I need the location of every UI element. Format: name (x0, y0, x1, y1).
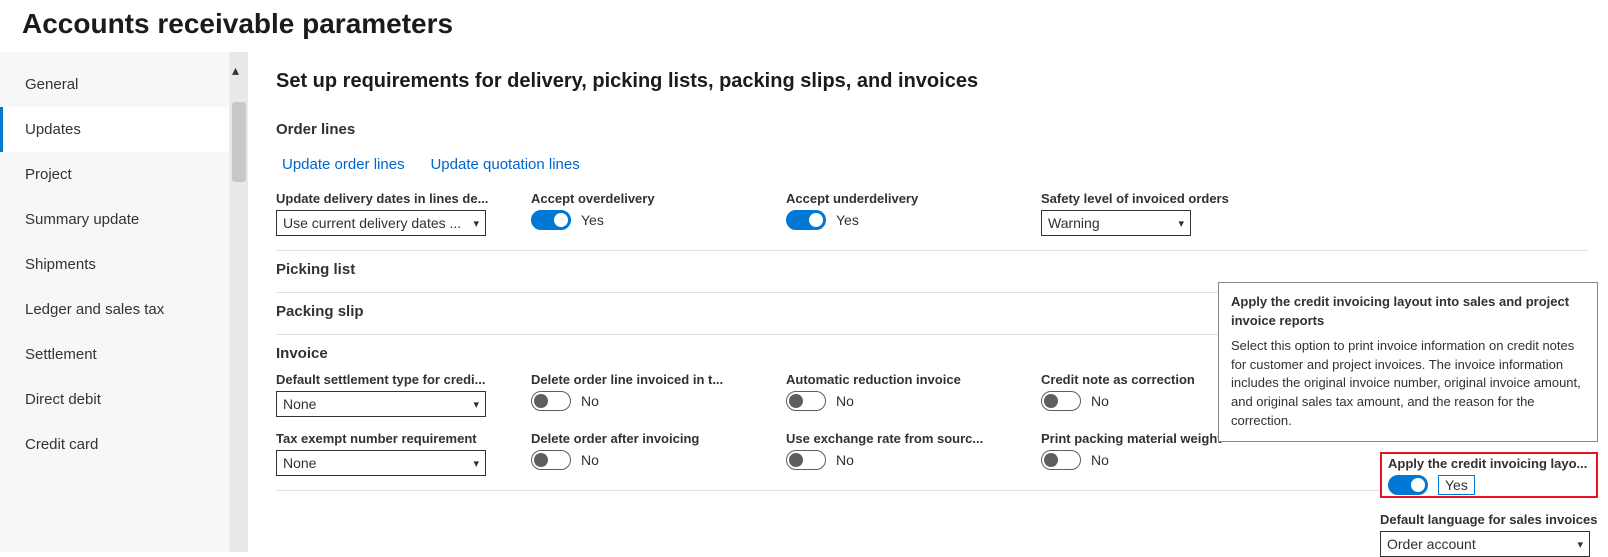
toggle-label: Yes (581, 212, 604, 228)
field-accept-underdelivery: Accept underdelivery Yes (786, 191, 1041, 236)
toggle-use-exchange[interactable] (786, 450, 826, 470)
sidebar-item-general[interactable]: General (0, 62, 229, 107)
field-delete-order-after: Delete order after invoicing No (531, 431, 786, 476)
tooltip-body: Select this option to print invoice info… (1231, 337, 1585, 431)
select-default-settlement[interactable]: None ▾ (276, 391, 486, 417)
chevron-down-icon: ▾ (1577, 538, 1583, 551)
field-accept-overdelivery: Accept overdelivery Yes (531, 191, 786, 236)
chevron-up-icon[interactable]: ▴ (232, 62, 239, 79)
toggle-label: No (1091, 393, 1109, 409)
select-text: Use current delivery dates ... (283, 215, 461, 231)
select-safety-level[interactable]: Warning ▾ (1041, 210, 1191, 236)
label-default-settlement: Default settlement type for credi... (276, 372, 496, 387)
toggle-accept-overdelivery[interactable] (531, 210, 571, 230)
chevron-down-icon: ▾ (473, 217, 479, 230)
tooltip: Apply the credit invoicing layout into s… (1218, 282, 1598, 442)
link-update-order-lines[interactable]: Update order lines (282, 156, 405, 173)
label-delete-order-line: Delete order line invoiced in t... (531, 372, 751, 387)
field-automatic-reduction: Automatic reduction invoice No (786, 372, 1041, 417)
sidebar-item-project[interactable]: Project (0, 152, 229, 197)
toggle-label: Yes (1438, 475, 1475, 495)
field-apply-credit-invoicing: Apply the credit invoicing layo... Yes (1380, 452, 1598, 498)
toggle-accept-underdelivery[interactable] (786, 210, 826, 230)
field-delete-order-line: Delete order line invoiced in t... No (531, 372, 786, 417)
group-order-lines-title: Order lines (276, 111, 1588, 148)
field-safety-level: Safety level of invoiced orders Warning … (1041, 191, 1296, 236)
layout: General Updates Project Summary update S… (0, 52, 1608, 552)
toggle-print-packing[interactable] (1041, 450, 1081, 470)
label-accept-underdelivery: Accept underdelivery (786, 191, 1006, 206)
sidebar-item-settlement[interactable]: Settlement (0, 332, 229, 377)
toggle-label: Yes (836, 212, 859, 228)
field-update-delivery-dates: Update delivery dates in lines de... Use… (276, 191, 531, 236)
label-use-exchange: Use exchange rate from sourc... (786, 431, 1006, 446)
scroll-thumb[interactable] (232, 102, 246, 182)
label-safety-level: Safety level of invoiced orders (1041, 191, 1261, 206)
select-text: Order account (1387, 536, 1476, 552)
chevron-down-icon: ▾ (1178, 217, 1184, 230)
field-default-settlement: Default settlement type for credi... Non… (276, 372, 531, 417)
scrollbar[interactable]: ▴ (230, 52, 248, 552)
sidebar-item-direct-debit[interactable]: Direct debit (0, 377, 229, 422)
label-delete-order-after: Delete order after invoicing (531, 431, 751, 446)
select-default-language[interactable]: Order account ▾ (1380, 531, 1590, 557)
section-title: Set up requirements for delivery, pickin… (276, 70, 1588, 93)
sidebar: General Updates Project Summary update S… (0, 52, 230, 552)
link-update-quotation-lines[interactable]: Update quotation lines (430, 156, 579, 173)
toggle-delete-order-after[interactable] (531, 450, 571, 470)
select-text: None (283, 455, 316, 471)
page-title: Accounts receivable parameters (0, 0, 1608, 52)
toggle-credit-note-correction[interactable] (1041, 391, 1081, 411)
sidebar-item-shipments[interactable]: Shipments (0, 242, 229, 287)
select-text: None (283, 396, 316, 412)
field-tax-exempt: Tax exempt number requirement None ▾ (276, 431, 531, 476)
select-update-delivery-dates[interactable]: Use current delivery dates ... ▾ (276, 210, 486, 236)
chevron-down-icon: ▾ (473, 398, 479, 411)
sidebar-item-updates[interactable]: Updates (0, 107, 229, 152)
label-apply-credit: Apply the credit invoicing layo... (1388, 456, 1588, 471)
toggle-delete-order-line[interactable] (531, 391, 571, 411)
label-accept-overdelivery: Accept overdelivery (531, 191, 751, 206)
toggle-label: No (836, 452, 854, 468)
toggle-apply-credit[interactable] (1388, 475, 1428, 495)
sidebar-item-credit-card[interactable]: Credit card (0, 422, 229, 467)
tooltip-title: Apply the credit invoicing layout into s… (1231, 293, 1585, 331)
label-update-delivery-dates: Update delivery dates in lines de... (276, 191, 496, 206)
label-tax-exempt: Tax exempt number requirement (276, 431, 496, 446)
select-text: Warning (1048, 215, 1100, 231)
toggle-label: No (581, 393, 599, 409)
order-lines-links: Update order lines Update quotation line… (282, 156, 1588, 173)
main-panel: Set up requirements for delivery, pickin… (248, 52, 1608, 552)
label-automatic-reduction: Automatic reduction invoice (786, 372, 1006, 387)
toggle-label: No (1091, 452, 1109, 468)
label-default-language: Default language for sales invoices (1380, 512, 1598, 527)
order-lines-fields: Update delivery dates in lines de... Use… (276, 191, 1588, 236)
sidebar-item-summary-update[interactable]: Summary update (0, 197, 229, 242)
toggle-label: No (836, 393, 854, 409)
sidebar-item-ledger-sales-tax[interactable]: Ledger and sales tax (0, 287, 229, 332)
chevron-down-icon: ▾ (473, 457, 479, 470)
select-tax-exempt[interactable]: None ▾ (276, 450, 486, 476)
field-use-exchange: Use exchange rate from sourc... No (786, 431, 1041, 476)
toggle-automatic-reduction[interactable] (786, 391, 826, 411)
toggle-label: No (581, 452, 599, 468)
field-default-language: Default language for sales invoices Orde… (1380, 512, 1598, 557)
